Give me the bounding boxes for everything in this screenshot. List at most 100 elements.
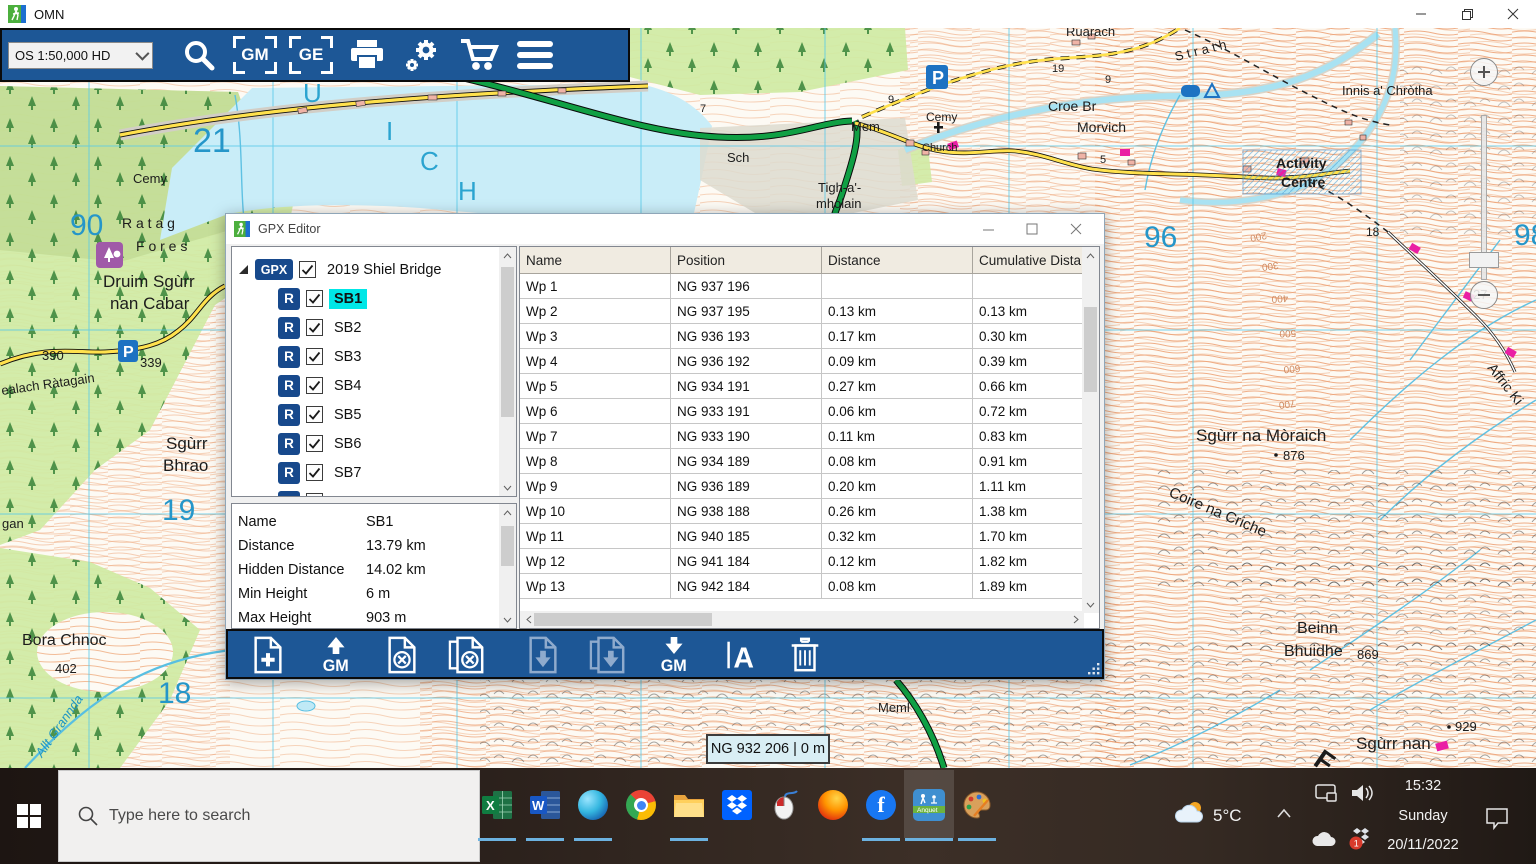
speaker-icon[interactable] bbox=[1350, 782, 1374, 804]
windows-logo-icon bbox=[17, 804, 41, 828]
svg-text:Morvich: Morvich bbox=[1077, 119, 1126, 135]
svg-text:Ruarach: Ruarach bbox=[1066, 28, 1115, 39]
zoom-in-button[interactable] bbox=[1470, 58, 1498, 86]
rename-button[interactable]: A bbox=[720, 636, 760, 674]
tree-scrollbar[interactable] bbox=[499, 247, 516, 496]
checkbox-checked[interactable] bbox=[306, 493, 323, 497]
gpx-editor-dialog[interactable]: GPX Editor GPX2019 Shiel BridgeRSB1RSB2R… bbox=[225, 213, 1105, 680]
table-row[interactable]: Wp 4NG 936 1920.09 km0.39 km bbox=[520, 349, 1085, 374]
table-row[interactable]: Wp 5NG 934 1910.27 km0.66 km bbox=[520, 374, 1085, 399]
dialog-minimize-button[interactable] bbox=[966, 214, 1010, 244]
tray-clock-time[interactable]: 15:32 bbox=[1380, 778, 1466, 794]
shop-button[interactable] bbox=[451, 32, 507, 78]
close-button[interactable] bbox=[1490, 0, 1536, 28]
checkbox-checked[interactable] bbox=[306, 377, 323, 394]
taskbar-app-mouse-app[interactable] bbox=[761, 778, 809, 832]
table-vscrollbar[interactable] bbox=[1082, 247, 1099, 613]
delete-button[interactable] bbox=[785, 636, 825, 674]
menu-button[interactable] bbox=[507, 32, 563, 78]
taskbar-search-input[interactable]: Type here to search bbox=[58, 770, 480, 862]
tree-root-item[interactable]: GPX2019 Shiel Bridge bbox=[238, 255, 492, 284]
dropbox-tray-icon[interactable]: 1 bbox=[1348, 826, 1374, 852]
tray-clock-day: Sunday bbox=[1380, 808, 1466, 824]
tree-item-sb3[interactable]: RSB3 bbox=[238, 342, 492, 371]
resize-grip[interactable] bbox=[1088, 663, 1100, 675]
zoom-slider-thumb[interactable] bbox=[1469, 252, 1499, 268]
table-row[interactable]: Wp 10NG 938 1880.26 km1.38 km bbox=[520, 499, 1085, 524]
table-row[interactable]: Wp 2NG 937 1950.13 km0.13 km bbox=[520, 299, 1085, 324]
checkbox-checked[interactable] bbox=[299, 261, 316, 278]
taskbar-app-word[interactable]: W bbox=[521, 778, 569, 832]
zoom-out-button[interactable] bbox=[1470, 281, 1498, 309]
table-row[interactable]: Wp 12NG 941 1840.12 km1.82 km bbox=[520, 549, 1085, 574]
checkbox-checked[interactable] bbox=[306, 464, 323, 481]
taskbar-app-firefox[interactable] bbox=[809, 778, 857, 832]
upload-gm-button[interactable]: GM bbox=[316, 636, 356, 674]
taskbar-app-chrome[interactable] bbox=[617, 778, 665, 832]
onedrive-icon[interactable] bbox=[1310, 830, 1336, 848]
tray-clock-date[interactable]: 20/11/2022 bbox=[1380, 837, 1466, 853]
taskbar-app-file-explorer[interactable] bbox=[665, 778, 713, 832]
dialog-close-button[interactable] bbox=[1054, 214, 1098, 244]
svg-text:P: P bbox=[123, 344, 134, 361]
checkbox-checked[interactable] bbox=[306, 406, 323, 423]
restore-button[interactable] bbox=[1444, 0, 1490, 28]
tree-item-sb6[interactable]: RSB6 bbox=[238, 429, 492, 458]
taskbar-app-dropbox[interactable] bbox=[713, 778, 761, 832]
svg-text:C: C bbox=[420, 146, 439, 176]
column-header[interactable]: Cumulative Dista bbox=[973, 247, 1085, 273]
column-header[interactable]: Name bbox=[520, 247, 671, 273]
table-row[interactable]: Wp 8NG 934 1890.08 km0.91 km bbox=[520, 449, 1085, 474]
taskbar-app-anquet-omn[interactable]: Anquet bbox=[905, 778, 953, 832]
checkbox-checked[interactable] bbox=[306, 348, 323, 365]
details-scrollbar[interactable] bbox=[499, 504, 516, 628]
tray-chevron-up-icon[interactable] bbox=[1276, 808, 1292, 819]
taskbar-app-edge[interactable] bbox=[569, 778, 617, 832]
tree-item-sb5[interactable]: RSB5 bbox=[238, 400, 492, 429]
map-scale-select[interactable]: OS 1:50,000 HD bbox=[8, 42, 153, 69]
checkbox-checked[interactable] bbox=[306, 319, 323, 336]
weather-temp[interactable]: 5°C bbox=[1213, 806, 1242, 826]
cast-icon[interactable] bbox=[1314, 782, 1338, 804]
print-button[interactable] bbox=[339, 32, 395, 78]
table-row[interactable]: Wp 6NG 933 1910.06 km0.72 km bbox=[520, 399, 1085, 424]
taskbar-app-excel[interactable]: X bbox=[473, 778, 521, 832]
close-file-button[interactable] bbox=[382, 636, 422, 674]
tree-item-sb1[interactable]: RSB1 bbox=[238, 284, 492, 313]
tree-item-sb2[interactable]: RSB2 bbox=[238, 313, 492, 342]
tree-expander-icon[interactable] bbox=[238, 264, 249, 275]
settings-button[interactable] bbox=[395, 32, 451, 78]
new-file-button[interactable] bbox=[248, 636, 288, 674]
table-row[interactable]: Wp 13NG 942 1840.08 km1.89 km bbox=[520, 574, 1085, 599]
tree-item-label: SB8 bbox=[329, 492, 366, 498]
taskbar-app-facebook[interactable]: f bbox=[857, 778, 905, 832]
minimize-button[interactable] bbox=[1398, 0, 1444, 28]
tree-item-sb8[interactable]: RSB8 bbox=[238, 487, 492, 497]
gm-import-button[interactable]: GM bbox=[227, 32, 283, 78]
checkbox-checked[interactable] bbox=[306, 435, 323, 452]
gpx-dialog-titlebar[interactable]: GPX Editor bbox=[226, 214, 1104, 244]
table-row[interactable]: Wp 7NG 933 1900.11 km0.83 km bbox=[520, 424, 1085, 449]
dialog-maximize-button[interactable] bbox=[1010, 214, 1054, 244]
tree-item-sb4[interactable]: RSB4 bbox=[238, 371, 492, 400]
column-header[interactable]: Position bbox=[671, 247, 822, 273]
table-row[interactable]: Wp 3NG 936 1930.17 km0.30 km bbox=[520, 324, 1085, 349]
checkbox-checked[interactable] bbox=[306, 290, 323, 307]
column-header[interactable]: Distance bbox=[822, 247, 973, 273]
save-all-files-button[interactable] bbox=[588, 636, 628, 674]
weather-icon[interactable] bbox=[1173, 800, 1207, 826]
ge-export-button[interactable]: GE bbox=[283, 32, 339, 78]
svg-text:Cemy: Cemy bbox=[133, 171, 167, 186]
table-hscrollbar[interactable] bbox=[520, 611, 1084, 628]
table-row[interactable]: Wp 1NG 937 196 bbox=[520, 274, 1085, 299]
search-button[interactable] bbox=[171, 32, 227, 78]
table-row[interactable]: Wp 9NG 936 1890.20 km1.11 km bbox=[520, 474, 1085, 499]
download-gm-button[interactable]: GM bbox=[654, 636, 694, 674]
taskbar-app-paint[interactable] bbox=[953, 778, 1001, 832]
action-center-icon[interactable] bbox=[1484, 806, 1510, 830]
save-file-button[interactable] bbox=[523, 636, 563, 674]
tree-item-sb7[interactable]: RSB7 bbox=[238, 458, 492, 487]
close-all-files-button[interactable] bbox=[447, 636, 487, 674]
table-row[interactable]: Wp 11NG 940 1850.32 km1.70 km bbox=[520, 524, 1085, 549]
start-button[interactable] bbox=[0, 768, 58, 864]
